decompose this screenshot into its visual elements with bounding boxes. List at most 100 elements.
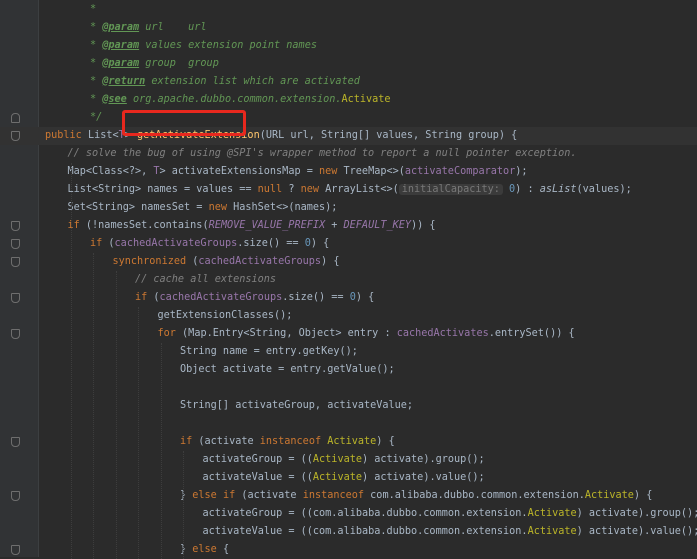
code-line[interactable]: String[] activateGroup, activateValue; [0, 397, 697, 415]
indent-guide [161, 343, 162, 559]
code-editor[interactable]: ** @param url url* @param values extensi… [0, 0, 697, 557]
fold-marker-icon[interactable] [11, 221, 20, 231]
highlight-box [122, 110, 246, 136]
code-line[interactable]: // cache all extensions [0, 271, 697, 289]
code-token: REMOVE_VALUE_PREFIX [209, 220, 326, 231]
code-line[interactable] [0, 415, 697, 433]
fold-marker-icon[interactable] [11, 437, 20, 447]
code-token: (activate [241, 490, 302, 501]
code-token: ? [282, 184, 300, 195]
code-token: synchronized [113, 256, 193, 267]
code-token: @return [102, 76, 145, 87]
fold-marker-icon[interactable] [11, 491, 20, 501]
code-line[interactable]: * @param url url [0, 19, 697, 37]
code-token: @see [102, 94, 127, 105]
code-token: ) activate).group(); [577, 508, 697, 519]
code-line[interactable] [0, 379, 697, 397]
code-line[interactable]: String name = entry.getKey(); [0, 343, 697, 361]
code-line[interactable]: */ [0, 109, 697, 127]
code-token: instanceof [260, 436, 327, 447]
code-line[interactable]: } else if (activate instanceof com.aliba… [0, 487, 697, 505]
code-token: */ [90, 112, 102, 123]
code-token: > activateExtensionsMap = [160, 166, 319, 177]
code-token: (Map.Entry<String, Object> entry : [182, 328, 397, 339]
code-token: new [301, 184, 326, 195]
code-text: * @param group group [90, 55, 219, 73]
fold-marker-icon[interactable] [11, 545, 20, 555]
code-token: DEFAULT_KEY [344, 220, 411, 231]
code-line[interactable]: if (cachedActivateGroups.size() == 0) { [0, 289, 697, 307]
code-token: Object activate = entry.getValue(); [180, 364, 395, 375]
fold-marker-icon[interactable] [11, 113, 20, 123]
code-text: * @see org.apache.dubbo.common.extension… [90, 91, 391, 109]
code-text: } else if (activate instanceof com.aliba… [180, 487, 652, 505]
code-text: String[] activateGroup, activateValue; [180, 397, 413, 415]
code-line[interactable]: List<String> names = values == null ? ne… [0, 181, 697, 199]
code-line[interactable]: if (!namesSet.contains(REMOVE_VALUE_PREF… [0, 217, 697, 235]
code-token: Activate [528, 526, 577, 537]
code-token: activateComparator [405, 166, 515, 177]
code-token: } [180, 544, 192, 555]
code-line[interactable]: synchronized (cachedActivateGroups) { [0, 253, 697, 271]
fold-marker-icon[interactable] [11, 329, 20, 339]
code-line[interactable]: Set<String> namesSet = new HashSet<>(nam… [0, 199, 697, 217]
code-token: com.alibaba.dubbo.common.extension. [370, 490, 585, 501]
code-token: ) { [634, 490, 652, 501]
code-text: synchronized (cachedActivateGroups) { [113, 253, 340, 271]
code-line[interactable]: activateGroup = ((Activate) activate).gr… [0, 451, 697, 469]
code-token: .size() == [282, 292, 349, 303]
code-line[interactable]: * @return extension list which are activ… [0, 73, 697, 91]
code-line[interactable]: public List<T> getActivateExtension(URL … [0, 127, 697, 145]
code-line[interactable]: Map<Class<?>, T> activateExtensionsMap =… [0, 163, 697, 181]
code-line[interactable]: * [0, 1, 697, 19]
code-line[interactable]: // solve the bug of using @SPI's wrapper… [0, 145, 697, 163]
code-token: null [258, 184, 283, 195]
code-text: Map<Class<?>, T> activateExtensionsMap =… [68, 163, 528, 181]
code-token: ) { [356, 292, 374, 303]
code-token: HashSet<>(names); [233, 202, 337, 213]
code-line[interactable]: Object activate = entry.getValue(); [0, 361, 697, 379]
code-token: Activate [528, 508, 577, 519]
code-token: ) activate).value(); [577, 526, 697, 537]
code-token: ) { [321, 256, 339, 267]
code-token: ) activate).value(); [362, 472, 485, 483]
code-text: for (Map.Entry<String, Object> entry : c… [158, 325, 575, 343]
fold-marker-icon[interactable] [11, 131, 20, 141]
code-token: } [180, 490, 192, 501]
code-token: String[] activateGroup, activateValue; [180, 400, 413, 411]
code-line[interactable]: activateValue = ((Activate) activate).va… [0, 469, 697, 487]
fold-marker-icon[interactable] [11, 293, 20, 303]
code-token: instanceof [303, 490, 370, 501]
code-token: getExtensionClasses(); [158, 310, 293, 321]
code-token: * [90, 76, 102, 87]
code-token: ) activate).group(); [362, 454, 485, 465]
code-token: List<String> names = values == [68, 184, 258, 195]
code-text: activateValue = ((Activate) activate).va… [203, 469, 485, 487]
code-line[interactable]: * @see org.apache.dubbo.common.extension… [0, 91, 697, 109]
code-text: */ [90, 109, 102, 127]
code-line[interactable]: * @param values extension point names [0, 37, 697, 55]
indent-guide [116, 271, 117, 559]
code-token: cachedActivateGroups [198, 256, 321, 267]
code-token: if [135, 292, 153, 303]
code-line[interactable]: if (cachedActivateGroups.size() == 0) { [0, 235, 697, 253]
code-token: ); [515, 166, 527, 177]
code-line[interactable]: activateValue = ((com.alibaba.dubbo.comm… [0, 523, 697, 541]
code-token: if [90, 238, 108, 249]
code-line[interactable]: } else { [0, 541, 697, 559]
code-token: else if [192, 490, 241, 501]
code-token: { [223, 544, 229, 555]
code-token: .entrySet()) { [489, 328, 575, 339]
fold-marker-icon[interactable] [11, 239, 20, 249]
code-token: * [90, 22, 102, 33]
code-token: Map<Class<?>, [68, 166, 154, 177]
code-token: @param [102, 22, 139, 33]
code-line[interactable]: if (activate instanceof Activate) { [0, 433, 697, 451]
fold-marker-icon[interactable] [11, 257, 20, 267]
code-line[interactable]: activateGroup = ((com.alibaba.dubbo.comm… [0, 505, 697, 523]
code-line[interactable]: getExtensionClasses(); [0, 307, 697, 325]
code-token: Activate [327, 436, 376, 447]
code-token: * [90, 40, 102, 51]
code-line[interactable]: for (Map.Entry<String, Object> entry : c… [0, 325, 697, 343]
code-line[interactable]: * @param group group [0, 55, 697, 73]
